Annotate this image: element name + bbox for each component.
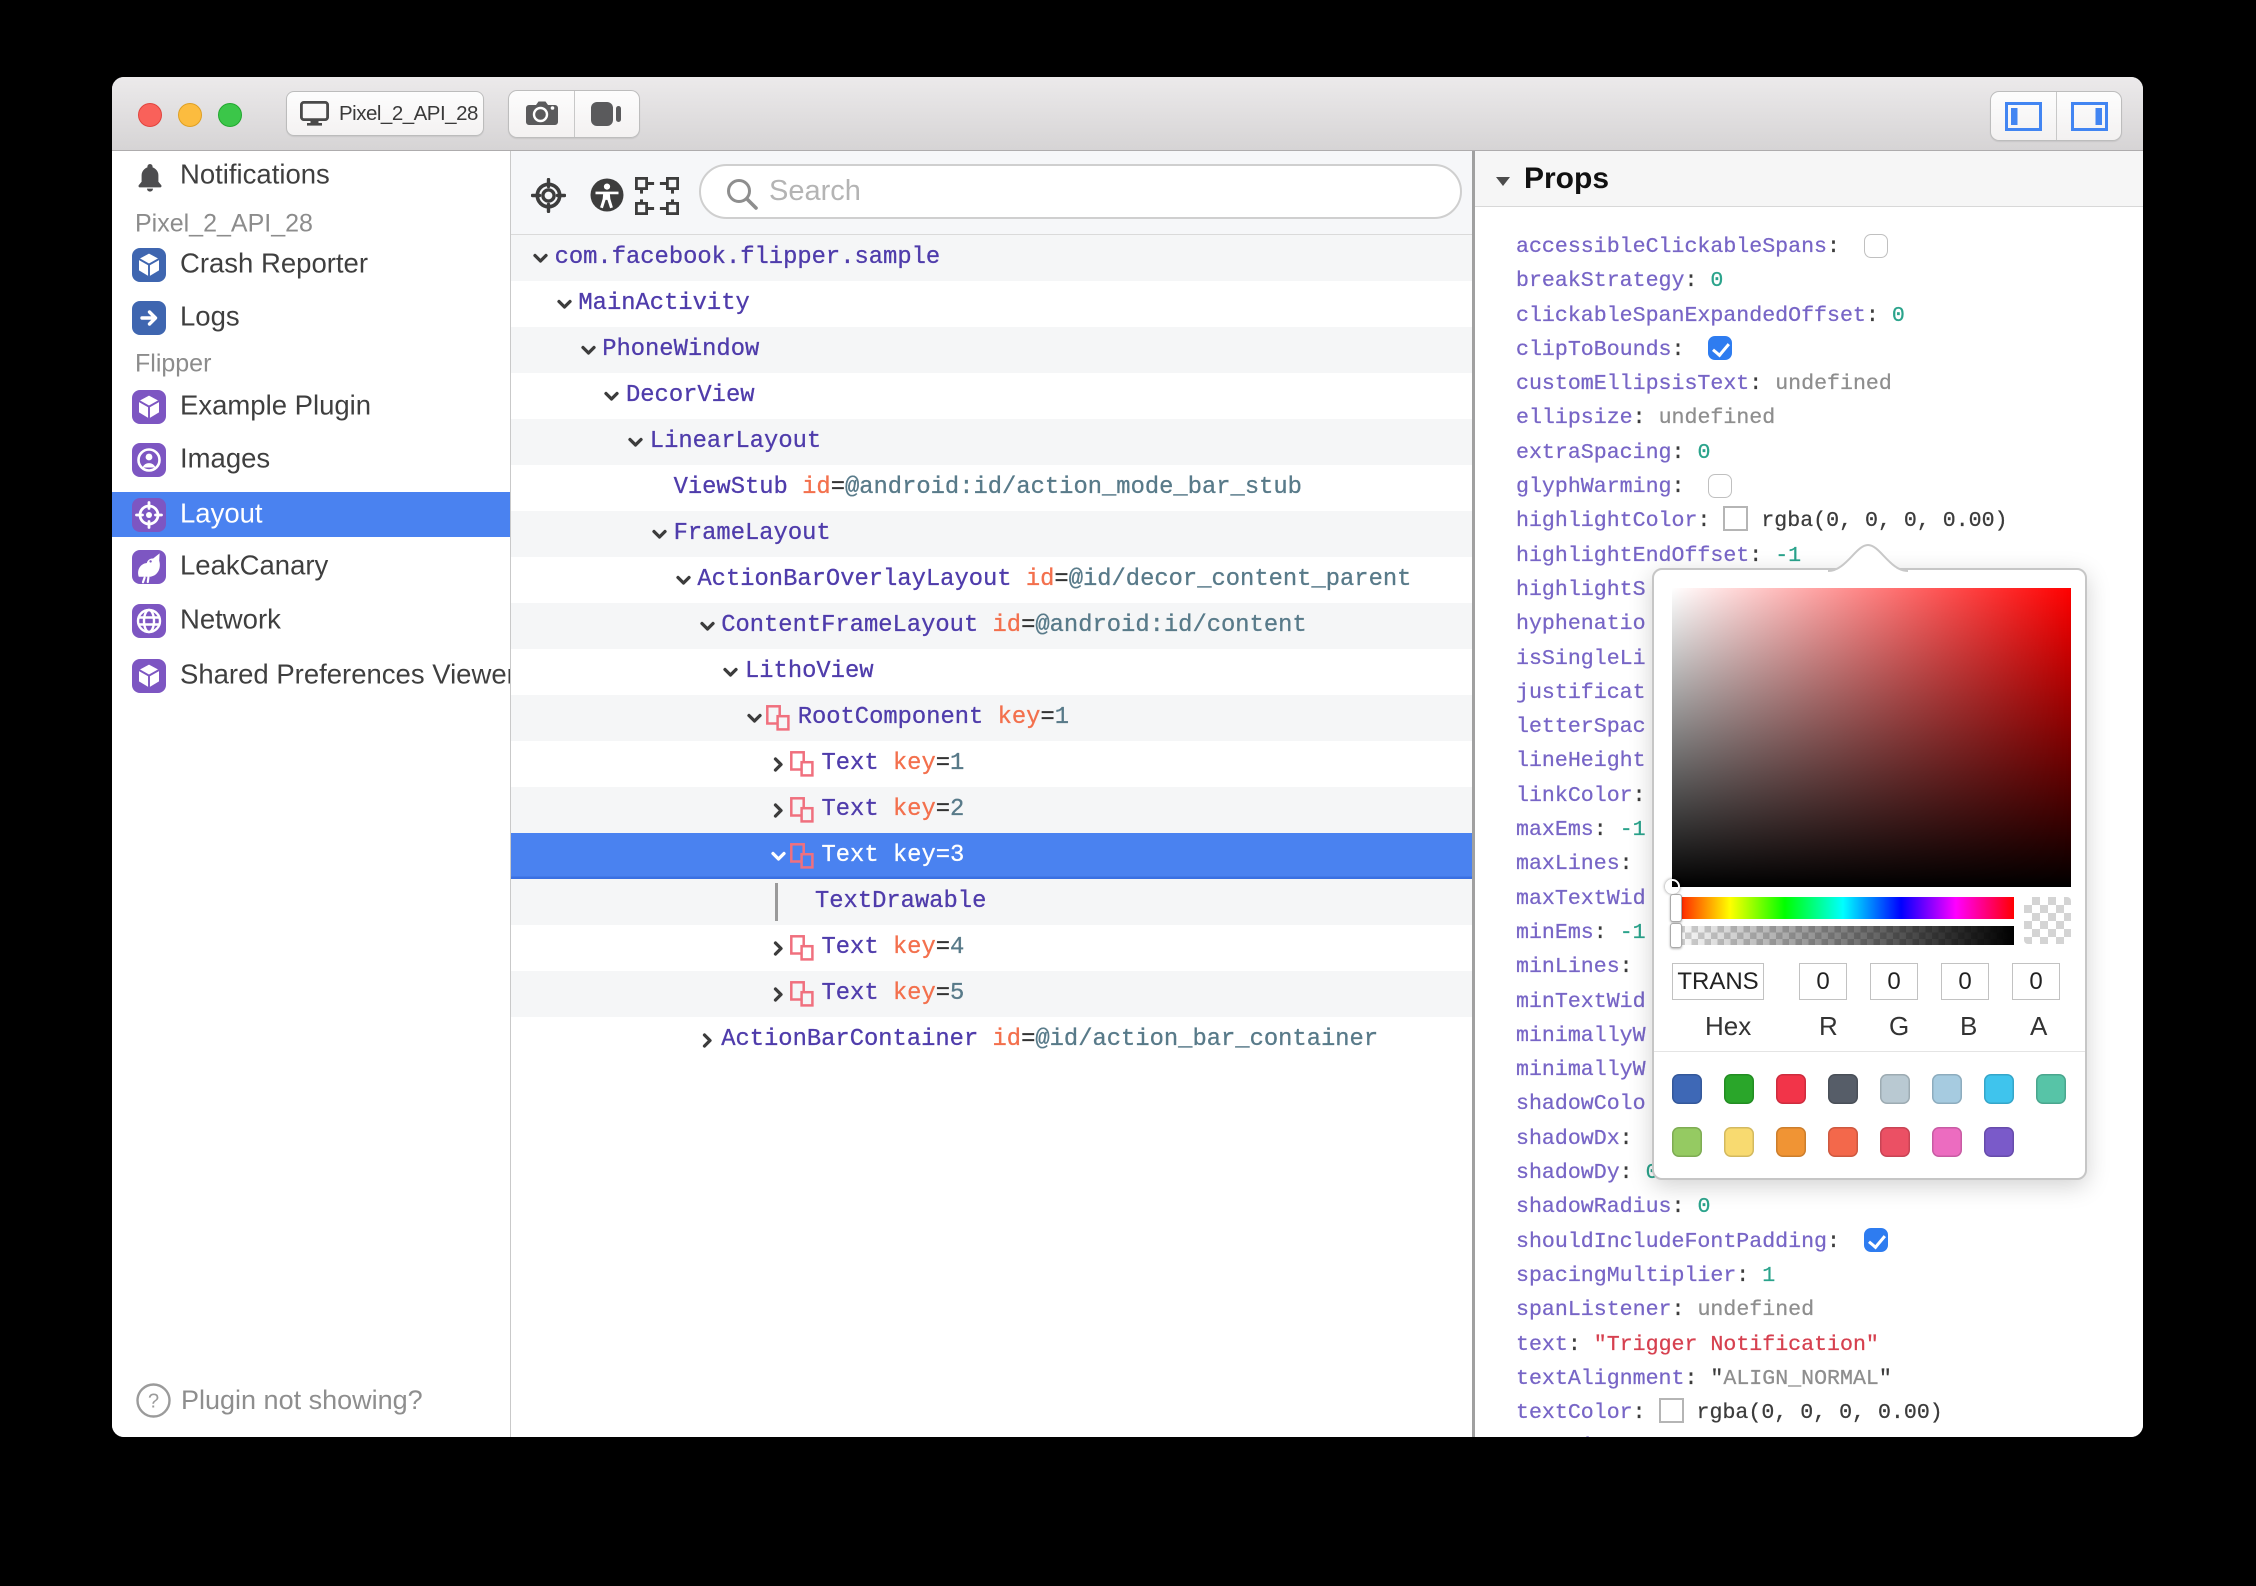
svg-text:?: ? [148, 1391, 159, 1413]
